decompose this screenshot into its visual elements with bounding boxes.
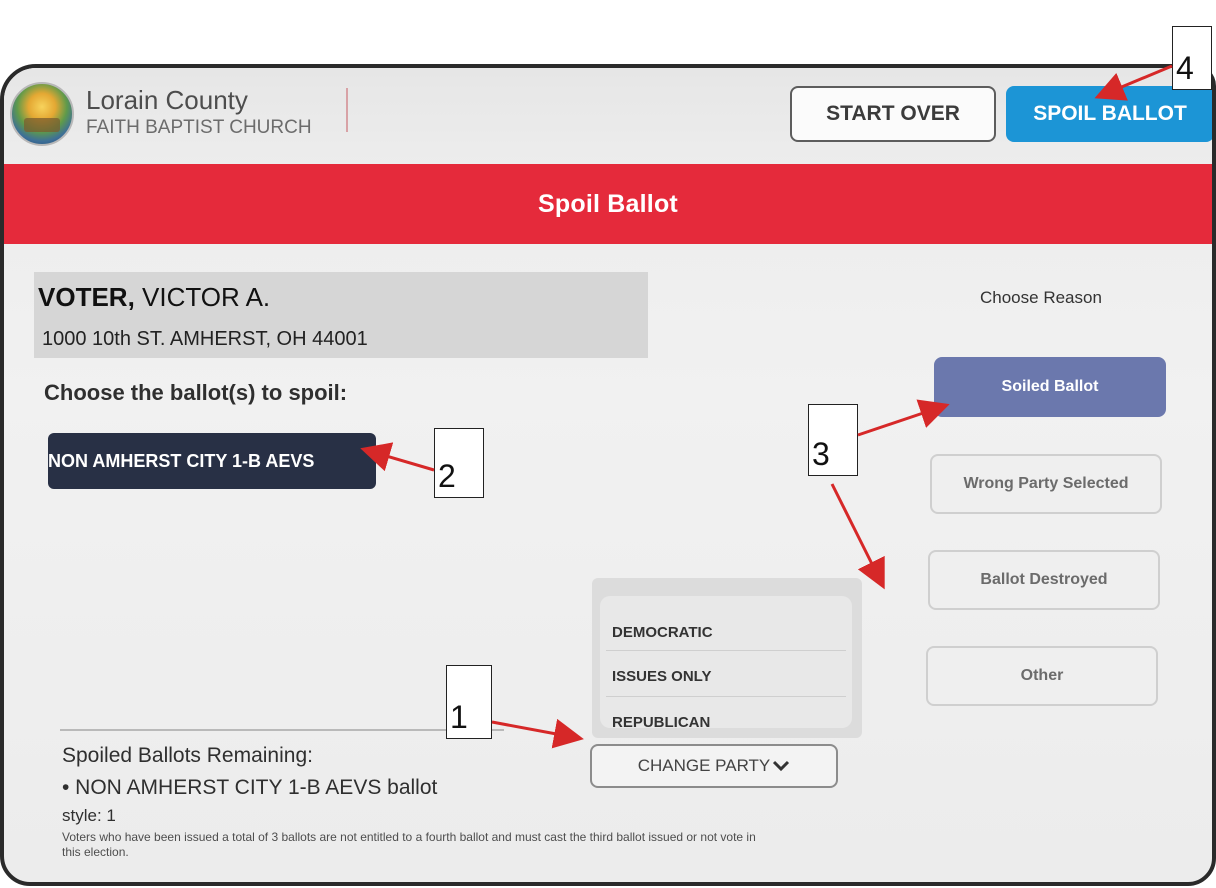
voter-info: VOTER, VICTOR A. 1000 10th ST. AMHERST, … <box>34 272 648 358</box>
organization: Lorain County FAITH BAPTIST CHURCH <box>86 86 312 140</box>
voter-first-name: VICTOR A. <box>142 282 271 312</box>
county-name: Lorain County <box>86 85 248 115</box>
callout-1: 1 <box>446 665 492 739</box>
tablet-screen: Lorain County FAITH BAPTIST CHURCH START… <box>0 64 1216 886</box>
chevron-down-icon <box>773 760 790 772</box>
spoil-ballot-button[interactable]: SPOIL BALLOT <box>1006 86 1212 142</box>
party-option-democratic[interactable]: DEMOCRATIC <box>612 624 713 641</box>
reason-soiled-ballot-button[interactable]: Soiled Ballot <box>934 357 1166 417</box>
voter-name: VOTER, VICTOR A. <box>38 282 270 313</box>
polling-site-name: FAITH BAPTIST CHURCH <box>86 117 312 138</box>
change-party-button[interactable]: CHANGE PARTY <box>590 744 838 788</box>
spoiled-remaining-title: Spoiled Ballots Remaining: <box>62 744 313 767</box>
party-option-issues-only[interactable]: ISSUES ONLY <box>612 668 711 685</box>
reason-other-button[interactable]: Other <box>926 646 1158 706</box>
voter-last-name: VOTER, <box>38 282 135 312</box>
voter-address: 1000 10th ST. AMHERST, OH 44001 <box>42 328 368 350</box>
reason-ballot-destroyed-button[interactable]: Ballot Destroyed <box>928 550 1160 610</box>
ballot-limit-note: Voters who have been issued a total of 3… <box>62 830 756 859</box>
callout-3: 3 <box>808 404 858 476</box>
header-divider <box>346 88 348 132</box>
change-party-label: CHANGE PARTY <box>637 756 771 775</box>
choose-reason-label: Choose Reason <box>980 288 1102 307</box>
start-over-button[interactable]: START OVER <box>790 86 996 142</box>
app-header: Lorain County FAITH BAPTIST CHURCH START… <box>4 68 1212 164</box>
spoiled-remaining-item: • NON AMHERST CITY 1-B AEVS ballot <box>62 776 438 799</box>
dropdown-divider <box>606 696 846 697</box>
dropdown-divider <box>606 650 846 651</box>
spoiled-remaining-style: style: 1 <box>62 806 116 825</box>
reason-wrong-party-button[interactable]: Wrong Party Selected <box>930 454 1162 514</box>
page-title: Spoil Ballot <box>4 164 1212 244</box>
section-divider <box>60 729 504 731</box>
party-option-republican[interactable]: REPUBLICAN <box>612 714 710 731</box>
county-seal-icon <box>10 82 74 146</box>
page: Lorain County FAITH BAPTIST CHURCH START… <box>0 0 1216 888</box>
party-dropdown-list <box>600 596 852 728</box>
choose-ballot-label: Choose the ballot(s) to spoil: <box>44 380 348 405</box>
party-dropdown-menu: DEMOCRATIC ISSUES ONLY REPUBLICAN <box>592 578 862 738</box>
callout-4: 4 <box>1172 26 1212 90</box>
callout-2: 2 <box>434 428 484 498</box>
ballot-selection-button[interactable]: NON AMHERST CITY 1-B AEVS <box>48 433 376 489</box>
